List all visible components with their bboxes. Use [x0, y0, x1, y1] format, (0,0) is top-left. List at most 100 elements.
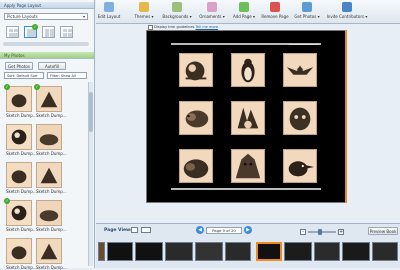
remove-page-label: Remove Page [261, 14, 289, 19]
photo-slot-4[interactable] [179, 101, 213, 135]
photo-thumbnail[interactable] [6, 238, 32, 264]
photo-thumbnail-label: Sketch Dump... [36, 189, 67, 194]
photo-thumbnail-label: Sketch Dump... [6, 189, 37, 194]
edit-layout-icon [104, 2, 114, 12]
left-panel: Apply Page Layout Picture Layouts ▾ ✓ My… [0, 0, 95, 270]
page-thumbnail[interactable] [98, 242, 105, 261]
backgrounds-label: Backgrounds ▾ [162, 14, 192, 19]
remove-page-icon [270, 2, 280, 12]
photo-thumbnail[interactable] [6, 162, 32, 188]
backgrounds-icon [172, 2, 182, 12]
zoom-slider[interactable] [308, 229, 336, 235]
remove-page-button[interactable]: Remove Page [260, 2, 290, 22]
get-photos-toolbar-label: Get Photos ▾ [294, 14, 320, 19]
photo-thumbnail[interactable] [36, 124, 62, 150]
photo-thumbnail[interactable] [36, 162, 62, 188]
page-thumbnail[interactable] [372, 242, 398, 261]
get-photos-label: Get Photos [8, 64, 30, 69]
themes-label: Themes ▾ [134, 14, 154, 19]
ornaments-label: Ornaments ▾ [199, 14, 225, 19]
page-thumbnail[interactable] [135, 242, 163, 261]
layout-option-4[interactable] [60, 26, 73, 38]
photo-thumbnail[interactable] [6, 86, 32, 112]
photo-thumbnail[interactable] [6, 124, 32, 150]
ornaments-icon [207, 2, 217, 12]
spread-view-icon[interactable] [141, 227, 151, 233]
page-thumbnail[interactable] [165, 242, 193, 261]
photo-slot-3[interactable] [283, 53, 317, 87]
page-thumbnail[interactable] [107, 242, 133, 261]
book-page[interactable] [146, 30, 346, 203]
add-page-label: Add Page ▾ [233, 14, 255, 19]
photos-scrollbar[interactable] [88, 82, 93, 266]
layout-select[interactable]: Picture Layouts ▾ [4, 13, 88, 20]
check-icon: ✓ [4, 84, 10, 90]
add-page-button[interactable]: Add Page ▾ [230, 2, 258, 22]
themes-icon [139, 2, 149, 12]
previous-page-button[interactable]: ◀ [196, 226, 204, 234]
zoom-out-button[interactable]: - [300, 229, 306, 235]
filter-select[interactable]: Filter: Show All [47, 72, 87, 79]
photo-slot-2[interactable] [231, 53, 265, 87]
photo-thumbnail-label: Sketch Dump... [6, 227, 37, 232]
edit-layout-label: Edit Layout [97, 14, 121, 19]
photo-thumbnail[interactable] [36, 86, 62, 112]
zoom-in-button[interactable]: + [338, 229, 344, 235]
tell-me-more-link[interactable]: Tell me more [196, 25, 219, 29]
photo-thumbnail[interactable] [36, 200, 62, 226]
filter-select-value: Filter: Show All [50, 74, 76, 78]
get-photos-toolbar-button[interactable]: Get Photos ▾ [292, 2, 322, 22]
themes-button[interactable]: Themes ▾ [130, 2, 158, 22]
backgrounds-button[interactable]: Backgrounds ▾ [160, 2, 194, 22]
trim-guides-checkbox[interactable] [148, 24, 153, 30]
check-icon: ✓ [4, 198, 10, 204]
page-thumbnail[interactable] [314, 242, 340, 261]
photo-thumbnail-label: Sketch Dump... [36, 227, 67, 232]
chevron-down-icon: ▾ [82, 14, 85, 19]
page-thumbnail[interactable] [342, 242, 370, 261]
preview-book-button[interactable]: Preview Book [368, 227, 398, 235]
caption-text-box[interactable] [171, 188, 321, 190]
page-views-title: Page Views [104, 228, 133, 233]
single-view-icon[interactable] [131, 227, 138, 233]
check-icon: ✓ [34, 84, 40, 90]
photo-thumbnail[interactable] [6, 200, 32, 226]
photos-icon [302, 2, 312, 12]
ornaments-button[interactable]: Ornaments ▾ [196, 2, 228, 22]
photo-slot-9[interactable] [283, 149, 317, 183]
layout-select-value: Picture Layouts [7, 14, 38, 19]
photo-slot-1[interactable] [179, 53, 213, 87]
page-thumbnail-selected[interactable] [256, 242, 282, 261]
title-text-line [289, 44, 319, 45]
photo-slot-8[interactable] [231, 149, 265, 183]
sort-select[interactable]: Sort: Default Sort [4, 72, 44, 79]
photo-slot-6[interactable] [283, 101, 317, 135]
my-photos-header[interactable]: My Photos [0, 52, 94, 59]
toolbar: Edit Layout Themes ▾ Backgrounds ▾ Ornam… [96, 0, 400, 24]
layout-option-3[interactable] [42, 26, 55, 38]
page-selection-edge [345, 30, 347, 203]
edit-layout-button[interactable]: Edit Layout [96, 2, 122, 22]
photo-thumbnail[interactable] [36, 238, 62, 264]
preview-book-label: Preview Book [369, 229, 397, 234]
photo-thumbnail-label: Sketch Dump... [6, 113, 37, 118]
sort-select-value: Sort: Default Sort [7, 74, 38, 78]
photo-slot-7[interactable] [179, 149, 213, 183]
layout-scrollbar[interactable] [3, 42, 89, 46]
page-indicator: Page 9 of 20 [206, 227, 242, 234]
trim-guides-text: Display trim guidelines [154, 25, 195, 29]
invite-contributors-label: Invite Contributors ▾ [326, 14, 368, 19]
page-thumbnail[interactable] [195, 242, 223, 261]
add-page-icon [239, 2, 249, 12]
photo-slot-5[interactable] [231, 101, 265, 135]
get-photos-button[interactable]: Get Photos [5, 62, 33, 70]
photo-thumbnail-label: Sketch Dump... [36, 151, 67, 156]
page-thumbnail[interactable] [225, 242, 251, 261]
page-thumbnail[interactable] [284, 242, 312, 261]
invite-contributors-button[interactable]: Invite Contributors ▾ [324, 2, 370, 22]
next-page-button[interactable]: ▶ [244, 226, 252, 234]
autofill-button[interactable]: Autofill [38, 62, 66, 70]
apply-layout-header[interactable]: Apply Page Layout [0, 2, 94, 9]
layout-option-1[interactable] [6, 26, 19, 38]
photo-thumbnail-label: Sketch Dump... [6, 151, 37, 156]
